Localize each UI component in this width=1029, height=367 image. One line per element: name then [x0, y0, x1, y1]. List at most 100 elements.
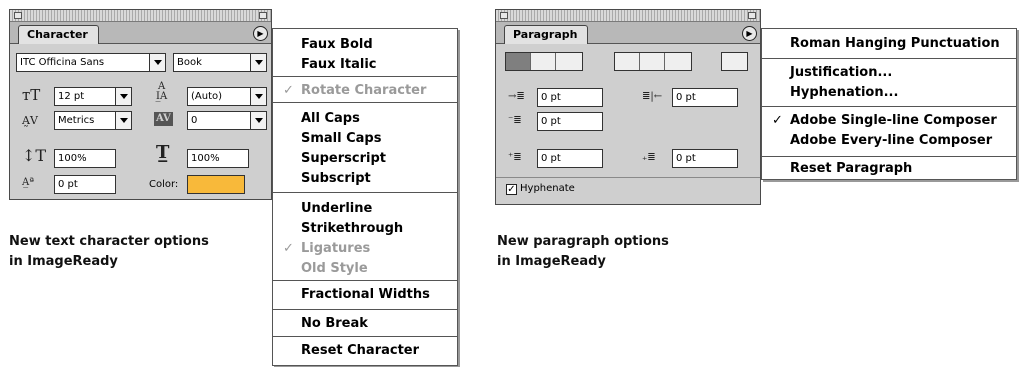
- character-caption-line2: in ImageReady: [9, 254, 118, 269]
- character-menu-item: ✓ Rotate Character: [273, 81, 457, 101]
- paragraph-panel-titlebar[interactable]: [496, 10, 760, 22]
- font-size-icon: ᴛT: [22, 86, 41, 104]
- character-caption-line1: New text character options: [9, 234, 209, 249]
- menu-separator: [762, 106, 1016, 107]
- leading-icon: A I̲A: [156, 81, 168, 102]
- first-line-indent-input[interactable]: 0 pt: [537, 112, 603, 131]
- character-menu-item-label: Subscript: [301, 171, 371, 186]
- menu-separator: [273, 192, 457, 193]
- panel-menu-arrow-icon[interactable]: ▶: [742, 26, 757, 41]
- paragraph-caption-line2: in ImageReady: [497, 254, 606, 269]
- character-menu-item-label: Rotate Character: [301, 83, 427, 98]
- paragraph-menu-item-label: Hyphenation...: [790, 85, 899, 100]
- paragraph-menu-item-label: Adobe Every-line Composer: [790, 133, 993, 148]
- baseline-shift-input[interactable]: 0 pt: [54, 175, 116, 194]
- panel-menu-arrow-icon[interactable]: ▶: [253, 26, 268, 41]
- leading-value: (Auto): [191, 91, 223, 102]
- paragraph-menu-item[interactable]: Reset Paragraph: [762, 159, 1016, 179]
- justify-all-button[interactable]: [722, 53, 747, 70]
- indent-right-input[interactable]: 0 pt: [672, 88, 738, 107]
- character-menu-item-label: Faux Bold: [301, 37, 373, 52]
- paragraph-menu-item[interactable]: Justification...: [762, 63, 1016, 83]
- character-menu-item[interactable]: Superscript: [273, 149, 457, 169]
- paragraph-tabstrip: Paragraph ▶: [496, 22, 760, 44]
- character-menu-item: Old Style: [273, 259, 457, 279]
- justify-buttons: [614, 52, 692, 71]
- font-size-value: 12 pt: [58, 91, 85, 102]
- character-panel-titlebar[interactable]: [10, 10, 271, 22]
- character-menu-item[interactable]: Strikethrough: [273, 219, 457, 239]
- menu-separator: [762, 156, 1016, 157]
- kerning-select[interactable]: Metrics: [54, 111, 132, 130]
- font-family-select[interactable]: ITC Officina Sans: [16, 53, 166, 72]
- close-box-icon[interactable]: [500, 12, 508, 19]
- character-menu-item[interactable]: Fractional Widths: [273, 285, 457, 305]
- paragraph-menu-item-label: Roman Hanging Punctuation: [790, 36, 1000, 51]
- character-menu-item-label: All Caps: [301, 111, 360, 126]
- character-menu-item[interactable]: Faux Italic: [273, 55, 457, 75]
- font-style-select[interactable]: Book: [173, 53, 267, 72]
- character-menu-item[interactable]: All Caps: [273, 109, 457, 129]
- space-before-input[interactable]: 0 pt: [537, 149, 603, 168]
- justify-center-button[interactable]: [640, 53, 665, 70]
- character-menu-item[interactable]: Reset Character: [273, 341, 457, 361]
- paragraph-panel: Paragraph ▶ →≣ 0 pt ≣|← 0 pt ⁻≣ 0 pt ⁺≣ …: [495, 9, 761, 205]
- paragraph-menu-item-label: Reset Paragraph: [790, 161, 913, 176]
- character-menu-item[interactable]: Subscript: [273, 169, 457, 189]
- align-center-button[interactable]: [531, 53, 556, 70]
- align-left-button[interactable]: [506, 53, 531, 70]
- paragraph-menu-item[interactable]: Adobe Every-line Composer: [762, 131, 1016, 151]
- chevron-down-icon[interactable]: [115, 112, 131, 129]
- character-menu-item-label: Fractional Widths: [301, 287, 430, 302]
- paragraph-menu-item[interactable]: ✓ Adobe Single-line Composer: [762, 111, 1016, 131]
- menu-separator: [273, 280, 457, 281]
- tab-character[interactable]: Character: [18, 25, 99, 44]
- tab-paragraph[interactable]: Paragraph: [504, 25, 589, 44]
- font-family-value: ITC Officina Sans: [20, 57, 105, 68]
- character-menu-item-label: Ligatures: [301, 241, 371, 256]
- chevron-down-icon[interactable]: [115, 88, 131, 105]
- paragraph-menu: Roman Hanging Punctuation Justification..…: [761, 28, 1017, 180]
- space-after-input[interactable]: 0 pt: [672, 149, 738, 168]
- color-swatch[interactable]: [187, 175, 245, 194]
- horizontal-scale-input[interactable]: 100%: [187, 149, 249, 168]
- character-menu-item[interactable]: No Break: [273, 314, 457, 334]
- character-menu-item[interactable]: Small Caps: [273, 129, 457, 149]
- chevron-down-icon[interactable]: [250, 112, 266, 129]
- first-line-indent-icon: ⁻≣: [508, 115, 522, 126]
- character-menu-item[interactable]: Faux Bold: [273, 35, 457, 55]
- align-right-button[interactable]: [556, 53, 581, 70]
- baseline-shift-icon: A̲ª: [22, 177, 34, 188]
- paragraph-menu-item-label: Justification...: [790, 65, 893, 80]
- close-box-icon[interactable]: [14, 12, 22, 19]
- paragraph-menu-item-label: Adobe Single-line Composer: [790, 113, 997, 128]
- indent-left-input[interactable]: 0 pt: [537, 88, 603, 107]
- divider: [496, 177, 760, 178]
- paragraph-caption-line1: New paragraph options: [497, 234, 669, 249]
- alignment-buttons: [505, 52, 583, 71]
- chevron-down-icon[interactable]: [250, 88, 266, 105]
- character-menu-item[interactable]: Underline: [273, 199, 457, 219]
- leading-select[interactable]: (Auto): [187, 87, 267, 106]
- menu-separator: [273, 102, 457, 103]
- hyphenate-checkbox[interactable]: ✓: [506, 184, 517, 195]
- collapse-box-icon[interactable]: [748, 12, 756, 19]
- collapse-box-icon[interactable]: [259, 12, 267, 19]
- menu-separator: [762, 58, 1016, 59]
- character-menu-item-label: Underline: [301, 201, 373, 216]
- vertical-scale-input[interactable]: 100%: [54, 149, 116, 168]
- justify-right-button[interactable]: [665, 53, 690, 70]
- indent-right-icon: ≣|←: [642, 91, 663, 102]
- justify-left-button[interactable]: [615, 53, 640, 70]
- character-menu-item-label: Old Style: [301, 261, 368, 276]
- font-size-select[interactable]: 12 pt: [54, 87, 132, 106]
- paragraph-menu-item[interactable]: Roman Hanging Punctuation: [762, 34, 1016, 54]
- chevron-down-icon[interactable]: [250, 54, 266, 71]
- chevron-down-icon[interactable]: [149, 54, 165, 71]
- vertical-scale-icon: ↕T: [22, 146, 47, 165]
- indent-left-icon: →≣: [508, 91, 525, 102]
- kerning-value: Metrics: [58, 115, 95, 126]
- menu-separator: [273, 309, 457, 310]
- tracking-select[interactable]: 0: [187, 111, 267, 130]
- paragraph-menu-item[interactable]: Hyphenation...: [762, 83, 1016, 103]
